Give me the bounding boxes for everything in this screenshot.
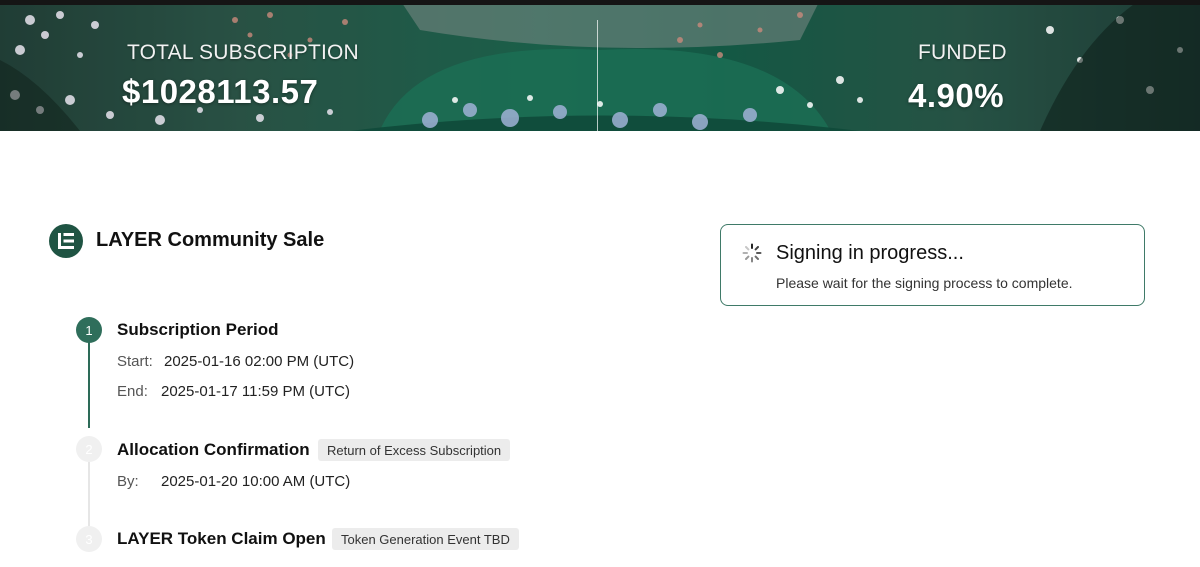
end-value: 2025-01-17 11:59 PM (UTC) bbox=[161, 383, 350, 400]
step-2-title: Allocation Confirmation bbox=[117, 440, 310, 459]
timeline-line-active bbox=[88, 342, 90, 428]
banner-background-art bbox=[0, 0, 1200, 131]
layer-logo-glyph bbox=[58, 233, 74, 249]
start-value: 2025-01-16 02:00 PM (UTC) bbox=[164, 353, 355, 370]
signing-message: Please wait for the signing process to c… bbox=[776, 275, 1073, 291]
signing-status-card bbox=[720, 224, 1145, 306]
timeline-line-pending bbox=[88, 462, 90, 527]
banner-divider bbox=[597, 20, 598, 131]
end-label: End: bbox=[117, 383, 148, 400]
start-label: Start: bbox=[117, 353, 153, 370]
sale-title: LAYER Community Sale bbox=[96, 229, 325, 251]
excess-subscription-tag: Return of Excess Subscription bbox=[318, 439, 511, 461]
step-3-title: LAYER Token Claim Open bbox=[117, 529, 326, 548]
step-1-title: Subscription Period bbox=[117, 320, 279, 339]
total-subscription-value: $1028113.57 bbox=[122, 73, 319, 110]
token-generation-tag: Token Generation Event TBD bbox=[332, 528, 519, 550]
top-dark-strip bbox=[0, 0, 1200, 5]
funded-label: FUNDED bbox=[918, 41, 1007, 64]
by-value: 2025-01-20 10:00 AM (UTC) bbox=[161, 473, 351, 490]
layer-logo-icon bbox=[49, 224, 83, 258]
spinner-icon bbox=[742, 243, 762, 263]
step-1-indicator: 1 bbox=[76, 317, 102, 343]
hero-banner: TOTAL SUBSCRIPTION $1028113.57 FUNDED 4.… bbox=[0, 0, 1200, 131]
step-2-indicator: 2 bbox=[76, 436, 102, 462]
funded-value: 4.90% bbox=[908, 77, 1005, 114]
total-subscription-label: TOTAL SUBSCRIPTION bbox=[127, 41, 359, 64]
step-3-indicator: 3 bbox=[76, 526, 102, 552]
by-label: By: bbox=[117, 473, 139, 490]
signing-title: Signing in progress... bbox=[776, 242, 964, 264]
